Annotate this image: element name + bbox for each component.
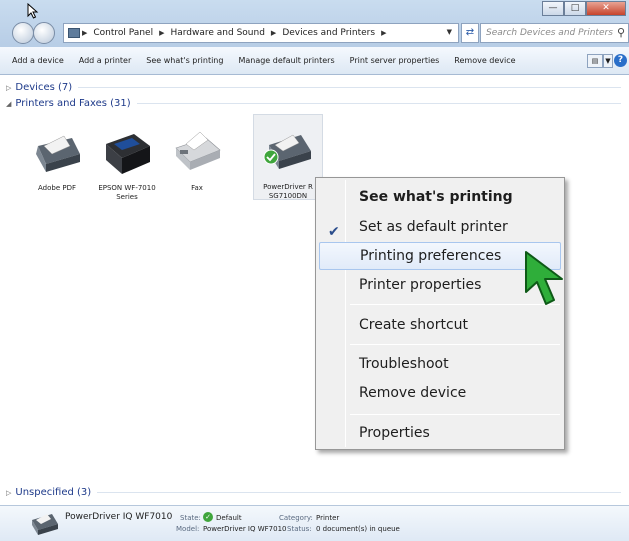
device-epson-wf-7010[interactable]: EPSON WF-7010 Series: [92, 128, 162, 202]
maximize-button[interactable]: □: [564, 1, 586, 16]
chevron-down-icon[interactable]: ▼: [447, 28, 452, 36]
manage-default-printers-button[interactable]: Manage default printers: [238, 56, 334, 65]
menu-item-see-whats-printing[interactable]: See what's printing: [319, 183, 561, 211]
divider: [136, 103, 621, 104]
device-powerdriver-r-sg7100dn[interactable]: PowerDriver R SG7100DN: [253, 114, 323, 200]
menu-item-remove-device[interactable]: Remove device: [319, 379, 561, 407]
refresh-button[interactable]: ⇄: [461, 23, 479, 43]
divider: [97, 492, 621, 493]
device-name: EPSON WF-7010: [98, 184, 156, 192]
state-value: Default: [216, 514, 242, 522]
menu-separator: [350, 414, 560, 415]
close-button[interactable]: ✕: [586, 1, 626, 16]
device-name: Adobe PDF: [37, 184, 76, 192]
chevron-right-icon: ▶: [159, 29, 165, 37]
device-adobe-pdf[interactable]: Adobe PDF: [22, 128, 92, 193]
group-devices-label: Devices (7): [15, 82, 73, 93]
view-icon[interactable]: ▤: [587, 54, 603, 68]
view-options[interactable]: ▤ ▼: [587, 54, 613, 68]
remove-device-button[interactable]: Remove device: [454, 56, 515, 65]
default-check-icon: ✓: [203, 512, 213, 522]
control-panel-icon: [68, 28, 80, 38]
device-name-line2: SG7100DN: [268, 192, 308, 200]
chevron-right-icon: ▶: [381, 29, 387, 37]
green-pointer-arrow-icon: [525, 251, 563, 305]
group-printers-and-faxes[interactable]: ◢ Printers and Faxes (31): [6, 98, 621, 109]
address-bar[interactable]: ▶ Control Panel ▶ Hardware and Sound ▶ D…: [63, 23, 459, 43]
see-whats-printing-button[interactable]: See what's printing: [146, 56, 223, 65]
navigation-row: ▶ Control Panel ▶ Hardware and Sound ▶ D…: [0, 20, 629, 46]
menu-separator: [350, 344, 560, 345]
device-name: PowerDriver R: [263, 183, 313, 191]
search-icon[interactable]: ⚲: [617, 26, 625, 39]
context-menu: See what's printing ✔ Set as default pri…: [315, 177, 565, 450]
chevron-right-icon: ▶: [270, 29, 277, 37]
group-unspecified-label: Unspecified (3): [15, 487, 92, 498]
model-label: Model:: [176, 525, 200, 533]
search-placeholder: Search Devices and Printers: [486, 28, 613, 38]
printer-icon: [100, 128, 154, 182]
breadcrumb-control-panel[interactable]: Control Panel: [93, 28, 153, 38]
minimize-button[interactable]: —: [542, 1, 564, 16]
menu-item-set-as-default-printer[interactable]: ✔ Set as default printer: [319, 213, 561, 241]
device-name-line2: Series: [116, 193, 138, 201]
menu-item-label: Set as default printer: [359, 219, 508, 235]
window-controls: — □ ✕: [542, 1, 626, 16]
chevron-down-icon[interactable]: ▼: [603, 54, 613, 68]
divider: [78, 87, 621, 88]
state-label: State:: [180, 514, 201, 522]
expand-triangle-icon[interactable]: ▷: [6, 84, 11, 92]
details-device-name: PowerDriver IQ WF7010: [65, 512, 173, 522]
print-server-properties-button[interactable]: Print server properties: [350, 56, 440, 65]
category-value: Printer: [316, 514, 340, 522]
details-pane: PowerDriver IQ WF7010 State: ✓ Default M…: [0, 505, 629, 541]
breadcrumb-devices-and-printers[interactable]: Devices and Printers: [282, 28, 375, 38]
group-printers-label: Printers and Faxes (31): [15, 98, 131, 109]
printer-icon: [261, 127, 315, 181]
printer-icon: [32, 514, 58, 535]
command-bar: Add a device Add a printer See what's pr…: [0, 47, 629, 75]
status-label: Status:: [287, 525, 312, 533]
fax-icon: [170, 128, 224, 182]
menu-item-properties[interactable]: Properties: [319, 419, 561, 447]
menu-item-create-shortcut[interactable]: Create shortcut: [319, 311, 561, 339]
search-input[interactable]: Search Devices and Printers ⚲: [480, 23, 629, 43]
group-devices[interactable]: ▷ Devices (7): [6, 82, 621, 93]
device-fax[interactable]: Fax: [162, 128, 232, 193]
breadcrumb-hardware-and-sound[interactable]: Hardware and Sound: [170, 28, 264, 38]
collapse-triangle-icon[interactable]: ◢: [6, 100, 11, 108]
back-button[interactable]: [12, 22, 34, 44]
arrow-cursor-icon: [27, 3, 39, 19]
printer-icon: [30, 128, 84, 182]
title-bar: — □ ✕ ▶ Control Panel ▶ Hardware and Sou…: [0, 0, 629, 47]
menu-item-troubleshoot[interactable]: Troubleshoot: [319, 350, 561, 378]
expand-triangle-icon[interactable]: ▷: [6, 489, 11, 497]
status-value: 0 document(s) in queue: [316, 525, 400, 533]
device-name: Fax: [191, 184, 203, 192]
category-label: Category:: [279, 514, 313, 522]
group-unspecified[interactable]: ▷ Unspecified (3): [6, 487, 621, 498]
add-printer-button[interactable]: Add a printer: [79, 56, 131, 65]
chevron-right-icon: ▶: [82, 29, 88, 37]
model-value: PowerDriver IQ WF7010: [203, 525, 287, 533]
help-icon[interactable]: ?: [614, 54, 627, 67]
add-device-button[interactable]: Add a device: [12, 56, 64, 65]
forward-button[interactable]: [33, 22, 55, 44]
